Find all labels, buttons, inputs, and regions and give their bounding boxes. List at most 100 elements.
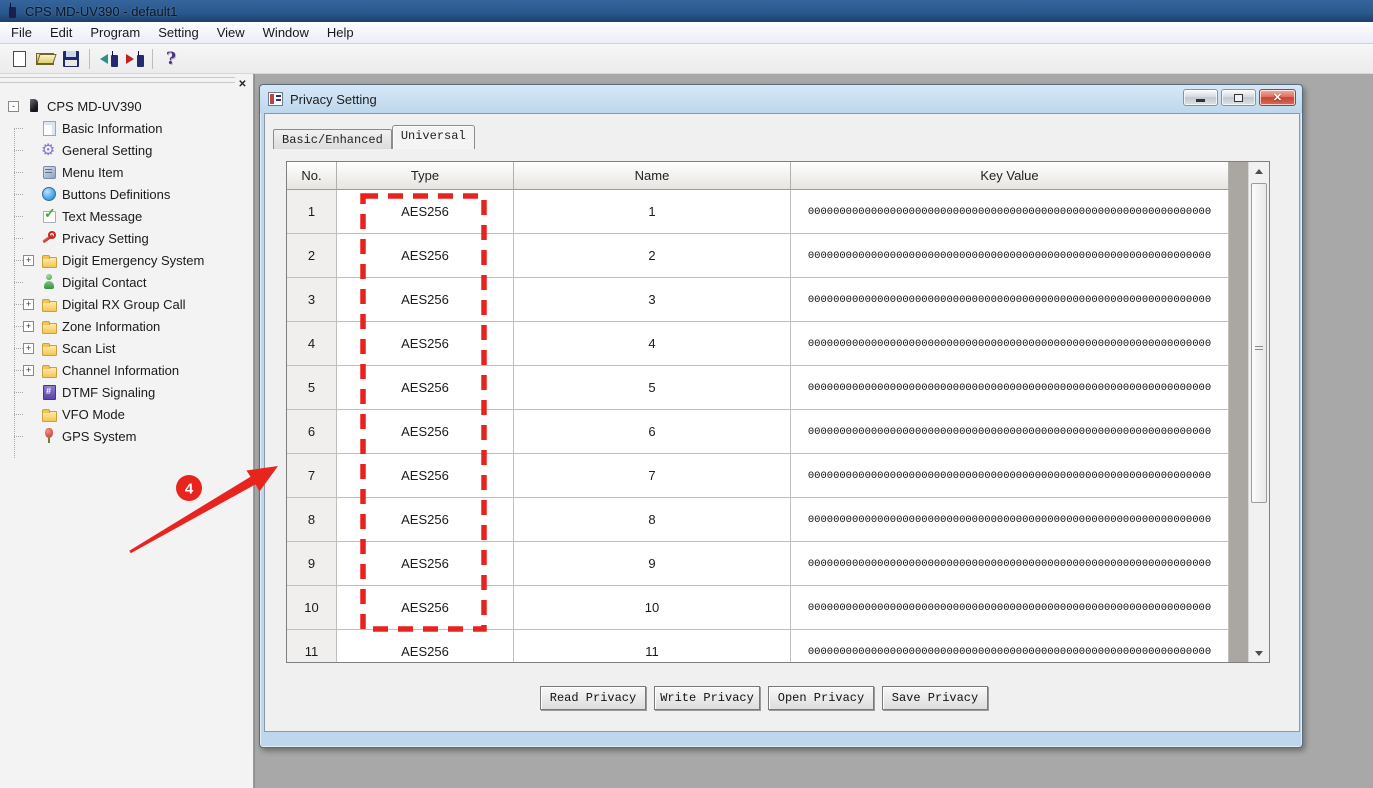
cell-key-value[interactable]: 0000000000000000000000000000000000000000…	[808, 338, 1211, 350]
table-row: 2 AES256 2 00000000000000000000000000000…	[287, 234, 1229, 278]
cell-name[interactable]: 1	[514, 190, 791, 234]
tree-collapse-box[interactable]: -	[8, 101, 19, 112]
cell-key-value[interactable]: 0000000000000000000000000000000000000000…	[808, 294, 1211, 306]
open-file-button[interactable]	[32, 47, 58, 71]
cell-type[interactable]: AES256	[337, 586, 514, 630]
help-button[interactable]: ?	[158, 47, 184, 71]
tree-item[interactable]: Buttons Definitions	[0, 183, 252, 205]
panel-close-icon[interactable]: ✕	[236, 78, 249, 91]
tree-expand-box[interactable]: +	[23, 343, 34, 354]
cell-type[interactable]: AES256	[337, 498, 514, 542]
tree-item[interactable]: + Zone Information	[0, 315, 252, 337]
tree-item[interactable]: GPS System	[0, 425, 252, 447]
minimize-button[interactable]	[1183, 89, 1218, 106]
cell-type[interactable]: AES256	[337, 630, 514, 663]
cell-no: 11	[287, 630, 337, 663]
table-row: 4 AES256 4 00000000000000000000000000000…	[287, 322, 1229, 366]
tree-item-label: Zone Information	[62, 319, 160, 334]
window-titlebar: CPS MD-UV390 - default1	[0, 0, 1373, 22]
tree-expand-box[interactable]: +	[23, 321, 34, 332]
cell-name[interactable]: 11	[514, 630, 791, 663]
cell-name[interactable]: 5	[514, 366, 791, 410]
tree-expand-box[interactable]: +	[23, 255, 34, 266]
cell-key-value[interactable]: 0000000000000000000000000000000000000000…	[808, 602, 1211, 614]
privacy-action-button[interactable]: Save Privacy	[882, 686, 988, 710]
privacy-action-button[interactable]: Read Privacy	[540, 686, 646, 710]
cell-key-value[interactable]: 0000000000000000000000000000000000000000…	[808, 250, 1211, 262]
tree-root-cps-md-uv390[interactable]: - CPS MD-UV390	[0, 95, 252, 117]
table-row: 10 AES256 10 000000000000000000000000000…	[287, 586, 1229, 630]
tree-item-label: General Setting	[62, 143, 152, 158]
cell-name[interactable]: 4	[514, 322, 791, 366]
menu-item[interactable]: Help	[318, 23, 363, 42]
cell-name[interactable]: 8	[514, 498, 791, 542]
tree-item[interactable]: Menu Item	[0, 161, 252, 183]
tree-item-icon	[41, 274, 57, 290]
cell-type[interactable]: AES256	[337, 454, 514, 498]
cell-name[interactable]: 3	[514, 278, 791, 322]
tree-item[interactable]: DTMF Signaling	[0, 381, 252, 403]
tree-item[interactable]: VFO Mode	[0, 403, 252, 425]
cell-name[interactable]: 10	[514, 586, 791, 630]
tree-item-label: Channel Information	[62, 363, 179, 378]
tree-item[interactable]: Text Message	[0, 205, 252, 227]
tree-expand-box[interactable]: +	[23, 365, 34, 376]
save-button[interactable]	[58, 47, 84, 71]
cell-key-value[interactable]: 0000000000000000000000000000000000000000…	[808, 426, 1211, 438]
scroll-up-icon[interactable]	[1249, 162, 1269, 180]
cell-type[interactable]: AES256	[337, 278, 514, 322]
tree-item[interactable]: + Digit Emergency System	[0, 249, 252, 271]
privacy-action-button[interactable]: Open Privacy	[768, 686, 874, 710]
cell-key-value[interactable]: 0000000000000000000000000000000000000000…	[808, 206, 1211, 218]
tab-universal[interactable]: Universal	[392, 125, 475, 149]
cell-name[interactable]: 2	[514, 234, 791, 278]
dialog-button-row: Read Privacy Write Privacy Open Privacy Sav…	[540, 686, 988, 710]
dialog-titlebar[interactable]: Privacy Setting ✕	[260, 85, 1302, 113]
header-type: Type	[337, 162, 514, 190]
tree-expand-box[interactable]: +	[23, 299, 34, 310]
tree-item[interactable]: Digital Contact	[0, 271, 252, 293]
tree-item[interactable]: General Setting	[0, 139, 252, 161]
menu-item[interactable]: File	[2, 23, 41, 42]
read-from-radio-button[interactable]	[95, 47, 121, 71]
cell-type[interactable]: AES256	[337, 234, 514, 278]
tree-item-label: Digital RX Group Call	[62, 297, 186, 312]
close-button[interactable]: ✕	[1259, 89, 1296, 106]
cell-type[interactable]: AES256	[337, 410, 514, 454]
cell-key-value[interactable]: 0000000000000000000000000000000000000000…	[808, 558, 1211, 570]
tree-item[interactable]: Basic Information	[0, 117, 252, 139]
menu-item[interactable]: Window	[254, 23, 318, 42]
cell-type[interactable]: AES256	[337, 190, 514, 234]
read-from-radio-icon	[100, 54, 108, 64]
write-to-radio-button[interactable]	[121, 47, 147, 71]
cell-name[interactable]: 7	[514, 454, 791, 498]
tree-item[interactable]: + Digital RX Group Call	[0, 293, 252, 315]
cell-type[interactable]: AES256	[337, 322, 514, 366]
cell-type[interactable]: AES256	[337, 542, 514, 586]
cell-key-value[interactable]: 0000000000000000000000000000000000000000…	[808, 514, 1211, 526]
tree-item-icon	[41, 318, 57, 334]
cell-key-value[interactable]: 0000000000000000000000000000000000000000…	[808, 470, 1211, 482]
menu-item[interactable]: Setting	[149, 23, 207, 42]
cell-key-value[interactable]: 0000000000000000000000000000000000000000…	[808, 646, 1211, 658]
tree-item[interactable]: + Scan List	[0, 337, 252, 359]
menu-item[interactable]: Program	[81, 23, 149, 42]
panel-gripper[interactable]	[0, 77, 235, 83]
tree-item[interactable]: + Channel Information	[0, 359, 252, 381]
tab-basic-enhanced[interactable]: Basic/Enhanced	[273, 129, 392, 149]
menu-item[interactable]: Edit	[41, 23, 81, 42]
cell-name[interactable]: 6	[514, 410, 791, 454]
cell-name[interactable]: 9	[514, 542, 791, 586]
scroll-down-icon[interactable]	[1249, 644, 1269, 662]
vertical-scrollbar[interactable]	[1248, 162, 1269, 662]
cell-key-value[interactable]: 0000000000000000000000000000000000000000…	[808, 382, 1211, 394]
cell-type[interactable]: AES256	[337, 366, 514, 410]
tree-item[interactable]: Privacy Setting	[0, 227, 252, 249]
menu-item[interactable]: View	[208, 23, 254, 42]
cell-no: 5	[287, 366, 337, 410]
privacy-action-button[interactable]: Write Privacy	[654, 686, 760, 710]
new-file-button[interactable]	[6, 47, 32, 71]
scrollbar-thumb[interactable]	[1251, 183, 1267, 503]
mdi-area: Privacy Setting ✕ Basic/Enhanced Univers…	[254, 74, 1373, 788]
maximize-button[interactable]	[1221, 89, 1256, 106]
